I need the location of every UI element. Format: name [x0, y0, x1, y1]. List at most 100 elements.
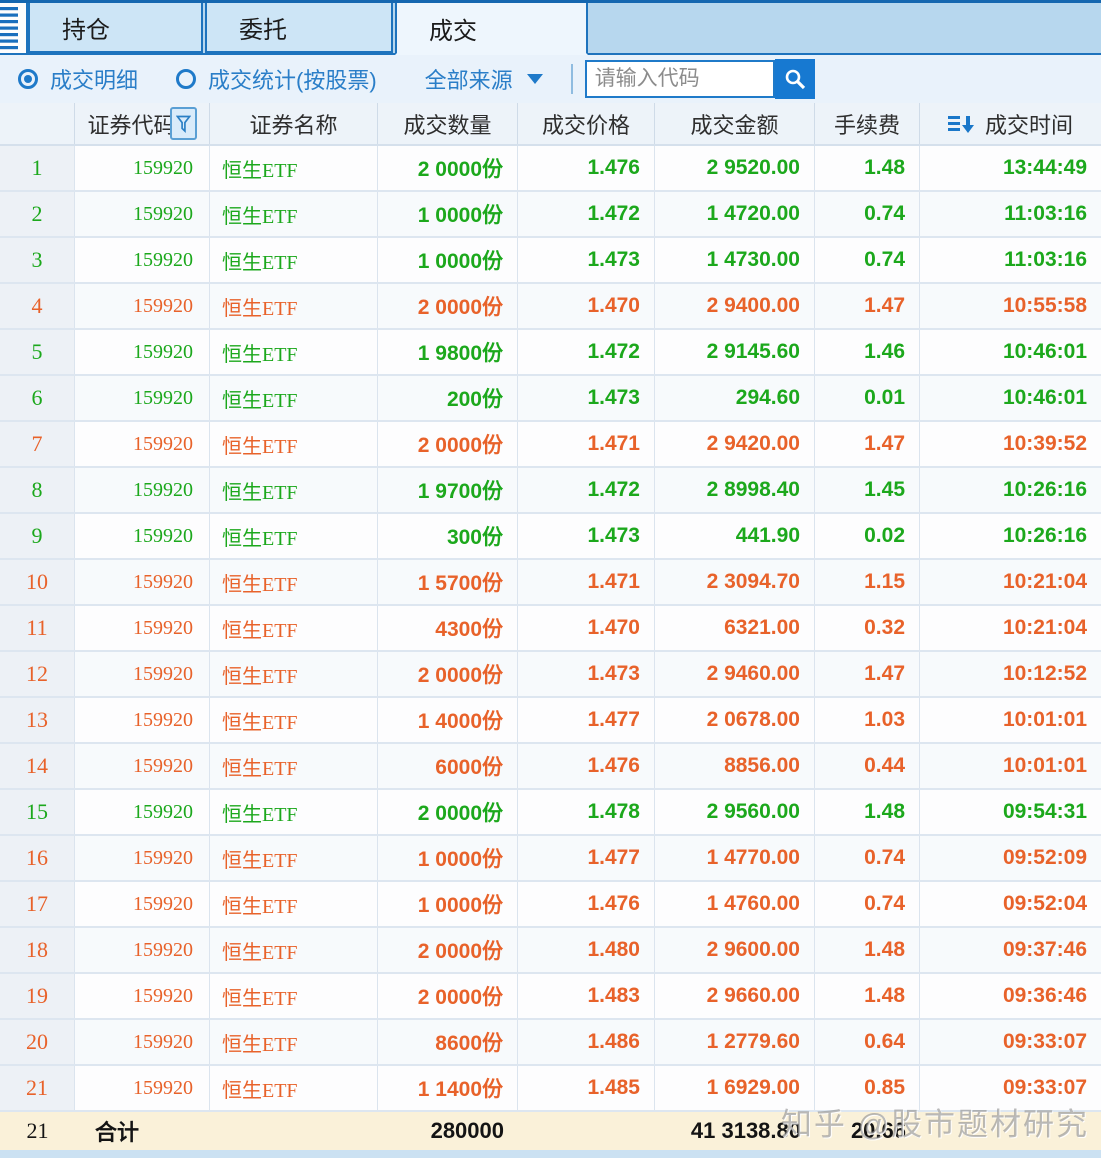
radio-execution-detail[interactable]: 成交明细	[18, 63, 138, 95]
table-row[interactable]: 20 159920 恒生ETF 8600份 1.486 1 2779.60 0.64 09:3…	[0, 1020, 1101, 1066]
table-footer: 21 合计 280000 41 3138.80 20.66	[0, 1112, 1101, 1150]
row-index: 15	[0, 790, 75, 834]
table-row[interactable]: 8 159920 恒生ETF 1 9700份 1.472 2 8998.40 1.45 10:…	[0, 468, 1101, 514]
cell-name: 恒生ETF	[210, 790, 378, 834]
cell-amount: 1 4720.00	[655, 192, 815, 236]
table-row[interactable]: 9 159920 恒生ETF 300份 1.473 441.90 0.02 10:26:16	[0, 514, 1101, 560]
cell-price: 1.473	[518, 652, 655, 696]
cell-quantity: 4300份	[378, 606, 518, 650]
table-row[interactable]: 4 159920 恒生ETF 2 0000份 1.470 2 9400.00 1.47 10:…	[0, 284, 1101, 330]
cell-code: 159920	[75, 422, 210, 466]
cell-amount: 1 4730.00	[655, 238, 815, 282]
cell-time: 11:03:16	[1004, 202, 1087, 225]
search-icon	[785, 69, 805, 90]
cell-quantity: 8600份	[378, 1020, 518, 1064]
cell-fee: 1.15	[815, 560, 920, 604]
table-body: 1 159920 恒生ETF 2 0000份 1.476 2 9520.00 1.48 13:…	[0, 146, 1101, 1112]
cell-fee: 0.85	[815, 1066, 920, 1110]
table-row[interactable]: 6 159920 恒生ETF 200份 1.473 294.60 0.01 10:46:01	[0, 376, 1101, 422]
row-index: 10	[0, 560, 75, 604]
row-index: 20	[0, 1020, 75, 1064]
table-row[interactable]: 15 159920 恒生ETF 2 0000份 1.478 2 9560.00 1.48 09…	[0, 790, 1101, 836]
table-row[interactable]: 10 159920 恒生ETF 1 5700份 1.471 2 3094.70 1.15 10…	[0, 560, 1101, 606]
tab-executions[interactable]: 成交	[395, 3, 588, 55]
cell-code: 159920	[75, 376, 210, 420]
table-row[interactable]: 5 159920 恒生ETF 1 9800份 1.472 2 9145.60 1.46 10:…	[0, 330, 1101, 376]
row-index: 17	[0, 882, 75, 926]
table-row[interactable]: 1 159920 恒生ETF 2 0000份 1.476 2 9520.00 1.48 13:…	[0, 146, 1101, 192]
table-row[interactable]: 14 159920 恒生ETF 6000份 1.476 8856.00 0.44 10:01:…	[0, 744, 1101, 790]
cell-time: 10:01:01	[1002, 708, 1087, 731]
header-quantity[interactable]: 成交数量	[378, 103, 518, 144]
cell-name: 恒生ETF	[210, 1020, 378, 1064]
table-row[interactable]: 19 159920 恒生ETF 2 0000份 1.483 2 9660.00 1.48 09…	[0, 974, 1101, 1020]
tab-positions[interactable]: 持仓	[28, 3, 203, 53]
header-fee[interactable]: 手续费	[815, 103, 920, 144]
cell-time: 09:52:04	[1002, 892, 1087, 915]
table-row[interactable]: 2 159920 恒生ETF 1 0000份 1.472 1 4720.00 0.74 11:…	[0, 192, 1101, 238]
row-index: 1	[0, 146, 75, 190]
header-name[interactable]: 证券名称	[210, 103, 378, 144]
cell-name: 恒生ETF	[210, 928, 378, 972]
table-row[interactable]: 11 159920 恒生ETF 4300份 1.470 6321.00 0.32 10:21:…	[0, 606, 1101, 652]
sort-descending-icon[interactable]	[947, 114, 975, 134]
cell-price: 1.473	[518, 238, 655, 282]
table-row[interactable]: 18 159920 恒生ETF 2 0000份 1.480 2 9600.00 1.48 09…	[0, 928, 1101, 974]
code-search-input[interactable]	[584, 60, 775, 98]
trade-app-window: 持仓 委托 成交 成交明细 成交统计(按股票) 全部来源 请输入代码 证券代码 …	[0, 0, 1101, 1158]
table-row[interactable]: 21 159920 恒生ETF 1 1400份 1.485 1 6929.00 0.85 09…	[0, 1066, 1101, 1112]
header-code[interactable]: 证券代码	[75, 103, 210, 144]
cell-price: 1.476	[518, 882, 655, 926]
cell-price: 1.477	[518, 698, 655, 742]
source-dropdown[interactable]: 全部来源	[425, 63, 543, 95]
table-row[interactable]: 7 159920 恒生ETF 2 0000份 1.471 2 9420.00 1.47 10:…	[0, 422, 1101, 468]
cell-fee: 0.74	[815, 192, 920, 236]
table-row[interactable]: 17 159920 恒生ETF 1 0000份 1.476 1 4760.00 0.74 09…	[0, 882, 1101, 928]
cell-name: 恒生ETF	[210, 974, 378, 1018]
cell-time: 13:44:49	[1002, 156, 1087, 179]
table-row[interactable]: 3 159920 恒生ETF 1 0000份 1.473 1 4730.00 0.74 11:…	[0, 238, 1101, 284]
table-row[interactable]: 12 159920 恒生ETF 2 0000份 1.473 2 9460.00 1.47 10…	[0, 652, 1101, 698]
cell-amount: 8856.00	[655, 744, 815, 788]
cell-time: 09:54:31	[1002, 800, 1087, 823]
cell-name: 恒生ETF	[210, 652, 378, 696]
table-row[interactable]: 13 159920 恒生ETF 1 4000份 1.477 2 0678.00 1.03 10…	[0, 698, 1101, 744]
row-index: 14	[0, 744, 75, 788]
tab-orders[interactable]: 委托	[205, 3, 393, 53]
header-amount[interactable]: 成交金额	[655, 103, 815, 144]
cell-fee: 1.45	[815, 468, 920, 512]
filter-icon[interactable]	[169, 107, 197, 140]
cell-amount: 6321.00	[655, 606, 815, 650]
cell-name: 恒生ETF	[210, 192, 378, 236]
cell-price: 1.472	[518, 468, 655, 512]
header-time[interactable]: 成交时间	[920, 103, 1101, 144]
row-index: 6	[0, 376, 75, 420]
cell-quantity: 2 0000份	[378, 146, 518, 190]
cell-price: 1.471	[518, 422, 655, 466]
header-name-label: 证券名称	[249, 112, 338, 138]
search-button[interactable]	[774, 59, 815, 99]
cell-fee: 1.48	[815, 974, 920, 1018]
header-price[interactable]: 成交价格	[518, 103, 655, 144]
cell-code: 159920	[75, 514, 210, 558]
row-index: 11	[0, 606, 75, 650]
cell-name: 恒生ETF	[210, 146, 378, 190]
footer-total-label: 合计	[95, 1120, 140, 1145]
cell-price: 1.477	[518, 836, 655, 880]
cell-time: 10:21:04	[1002, 616, 1087, 639]
cell-name: 恒生ETF	[210, 514, 378, 558]
radio-execution-stats[interactable]: 成交统计(按股票)	[176, 63, 377, 95]
tab-positions-label: 持仓	[62, 16, 110, 44]
cell-code: 159920	[75, 836, 210, 880]
cell-name: 恒生ETF	[210, 468, 378, 512]
cell-price: 1.480	[518, 928, 655, 972]
cell-amount: 441.90	[655, 514, 815, 558]
cell-amount: 2 9400.00	[655, 284, 815, 328]
table-row[interactable]: 16 159920 恒生ETF 1 0000份 1.477 1 4770.00 0.74 09…	[0, 836, 1101, 882]
cell-fee: 1.47	[815, 422, 920, 466]
row-index: 13	[0, 698, 75, 742]
cell-price: 1.483	[518, 974, 655, 1018]
cell-code: 159920	[75, 606, 210, 650]
cell-fee: 0.74	[815, 238, 920, 282]
menu-grip-icon[interactable]	[0, 3, 28, 53]
